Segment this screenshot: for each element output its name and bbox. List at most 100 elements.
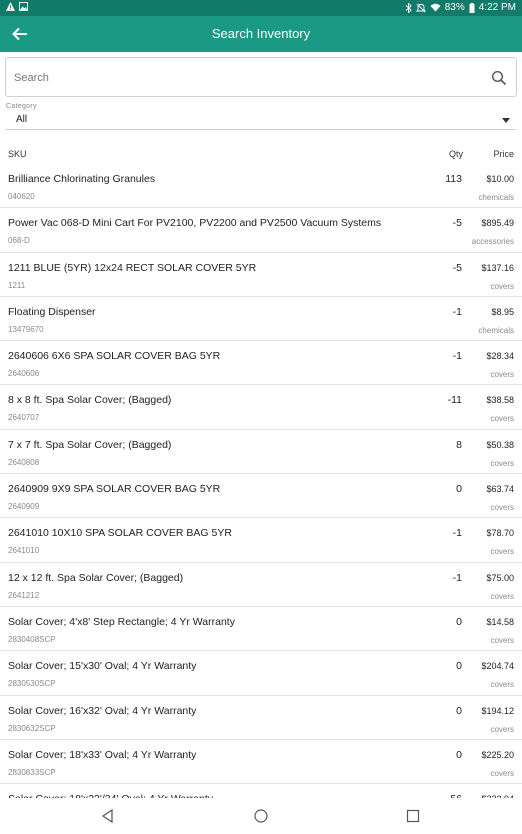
- item-category: covers: [490, 503, 514, 513]
- category-select[interactable]: All: [6, 112, 516, 130]
- item-sku: 2641010: [8, 546, 40, 556]
- item-sku: 040620: [8, 192, 35, 201]
- item-name: Solar Cover; 15'x30' Oval; 4 Yr Warranty: [8, 660, 197, 673]
- item-name: 2640909 9X9 SPA SOLAR COVER BAG 5YR: [8, 483, 221, 496]
- list-item[interactable]: Brilliance Chlorinating Granules 040620 11…: [0, 164, 522, 209]
- search-input[interactable]: [14, 68, 474, 88]
- header-sku: SKU: [8, 149, 27, 159]
- item-category: covers: [490, 680, 514, 690]
- category-value: All: [16, 114, 28, 125]
- item-qty: 0: [456, 615, 462, 628]
- item-price: $14.58: [486, 616, 514, 627]
- wifi-icon: [430, 3, 441, 12]
- status-left: [6, 2, 28, 11]
- chevron-down-icon: [502, 118, 510, 123]
- status-right: 83% 4:22 PM: [405, 2, 516, 13]
- item-price: $225.20: [481, 749, 514, 760]
- status-bar: 83% 4:22 PM: [0, 0, 522, 16]
- app-bar: Search Inventory: [0, 16, 522, 52]
- list-item[interactable]: 8 x 8 ft. Spa Solar Cover; (Bagged) 26407…: [0, 385, 522, 430]
- list-item[interactable]: Floating Dispenser 13479670 -1 $8.95 chemica…: [0, 296, 522, 342]
- item-price: $78.70: [486, 528, 514, 539]
- item-name: Floating Dispenser: [8, 305, 96, 318]
- navigation-bar: [0, 798, 522, 834]
- item-category: covers: [490, 414, 514, 424]
- item-price: $10.00: [486, 174, 514, 184]
- item-qty: -1: [452, 571, 462, 584]
- item-qty: -1: [452, 527, 462, 540]
- page-title: Search Inventory: [211, 26, 311, 41]
- list-item[interactable]: Power Vac 068-D Mini Cart For PV2100, PV…: [0, 208, 522, 253]
- item-qty: -5: [452, 217, 462, 230]
- item-name: Solar Cover; 18'x33' Oval; 4 Yr Warranty: [8, 748, 197, 761]
- mute-icon: [415, 3, 426, 12]
- item-sku: 2830632SCP: [8, 723, 56, 733]
- item-name: 1211 BLUE (5YR) 12x24 RECT SOLAR COVER 5…: [8, 261, 257, 274]
- item-sku: 2641212: [8, 590, 40, 600]
- item-name: Brilliance Chlorinating Granules: [8, 173, 156, 185]
- item-qty: -1: [452, 305, 462, 318]
- warning-icon: [6, 2, 15, 11]
- item-name: 7 x 7 ft. Spa Solar Cover; (Bagged): [8, 438, 172, 451]
- item-sku: 2830530SCP: [8, 679, 56, 689]
- item-sku: 2830833SCP: [8, 767, 56, 777]
- item-qty: 0: [456, 704, 462, 717]
- item-category: accessories: [471, 237, 514, 247]
- item-category: covers: [490, 635, 514, 645]
- item-price: $8.95: [491, 306, 514, 317]
- item-sku: 2830408SCP: [8, 634, 56, 644]
- item-price: $895.49: [481, 218, 514, 229]
- item-name: 12 x 12 ft. Spa Solar Cover; (Bagged): [8, 571, 184, 584]
- item-name: Solar Cover; 4'x8' Step Rectangle; 4 Yr …: [8, 615, 235, 628]
- item-name: Solar Cover; 16'x32' Oval; 4 Yr Warranty: [8, 704, 197, 717]
- list-item[interactable]: 2640606 6X6 SPA SOLAR COVER BAG 5YR 26406…: [0, 341, 522, 386]
- list-item[interactable]: Solar Cover; 4'x8' Step Rectangle; 4 Yr …: [0, 606, 522, 652]
- list-item[interactable]: Solar Cover; 15'x30' Oval; 4 Yr Warranty…: [0, 651, 522, 696]
- item-name: 2641010 10X10 SPA SOLAR COVER BAG 5YR: [8, 527, 232, 540]
- item-price: $38.58: [486, 395, 514, 406]
- list-item[interactable]: 2640909 9X9 SPA SOLAR COVER BAG 5YR 26409…: [0, 474, 522, 519]
- home-nav-icon[interactable]: [253, 808, 269, 824]
- item-qty: 0: [456, 483, 462, 496]
- list-item[interactable]: 7 x 7 ft. Spa Solar Cover; (Bagged) 26408…: [0, 429, 522, 475]
- item-qty: 0: [456, 748, 462, 761]
- item-category: covers: [490, 281, 514, 291]
- list-item[interactable]: Solar Cover; 16'x32' Oval; 4 Yr Warranty…: [0, 695, 522, 740]
- item-name: Power Vac 068-D Mini Cart For PV2100, PV…: [8, 217, 382, 230]
- bluetooth-icon: [405, 2, 412, 13]
- list-item[interactable]: 1211 BLUE (5YR) 12x24 RECT SOLAR COVER 5…: [0, 252, 522, 297]
- back-nav-icon[interactable]: [100, 808, 116, 824]
- item-price: $75.00: [486, 572, 514, 583]
- item-qty: 0: [456, 660, 462, 673]
- item-price: $204.74: [481, 661, 514, 672]
- list-item[interactable]: 12 x 12 ft. Spa Solar Cover; (Bagged) 264…: [0, 562, 522, 607]
- item-category: chemicals: [478, 193, 514, 202]
- item-qty: -1: [452, 350, 462, 363]
- item-category: covers: [490, 370, 514, 380]
- item-price: $194.12: [481, 705, 514, 716]
- list-item[interactable]: Solar Cover; 18'x33' Oval; 4 Yr Warranty…: [0, 739, 522, 785]
- item-sku: 2640808: [8, 457, 40, 467]
- list-item[interactable]: Solar Cover; 18'x33'/34' Oval; 4 Yr Warr…: [0, 784, 522, 798]
- item-category: covers: [490, 458, 514, 468]
- item-price: $50.38: [486, 439, 514, 450]
- item-sku: 1211: [8, 280, 26, 290]
- item-sku: 2640707: [8, 413, 40, 423]
- item-sku: 068-D: [8, 236, 30, 246]
- item-qty: 8: [456, 438, 462, 451]
- header-qty: Qty: [448, 149, 463, 159]
- item-price: $28.34: [486, 351, 514, 362]
- table-header: SKU Qty Price: [0, 146, 522, 162]
- item-sku: 13479670: [8, 324, 44, 334]
- recents-nav-icon[interactable]: [405, 808, 421, 824]
- item-sku: 2640606: [8, 369, 40, 379]
- header-price: Price: [493, 149, 514, 159]
- item-sku: 2640909: [8, 502, 40, 512]
- search-icon[interactable]: [491, 70, 507, 86]
- list-item[interactable]: 2641010 10X10 SPA SOLAR COVER BAG 5YR 264…: [0, 518, 522, 563]
- inventory-list[interactable]: Brilliance Chlorinating Granules 040620 11…: [0, 164, 522, 798]
- item-name: 2640606 6X6 SPA SOLAR COVER BAG 5YR: [8, 350, 221, 363]
- item-category: covers: [490, 724, 514, 734]
- image-icon: [19, 2, 28, 11]
- item-qty: 113: [445, 173, 462, 185]
